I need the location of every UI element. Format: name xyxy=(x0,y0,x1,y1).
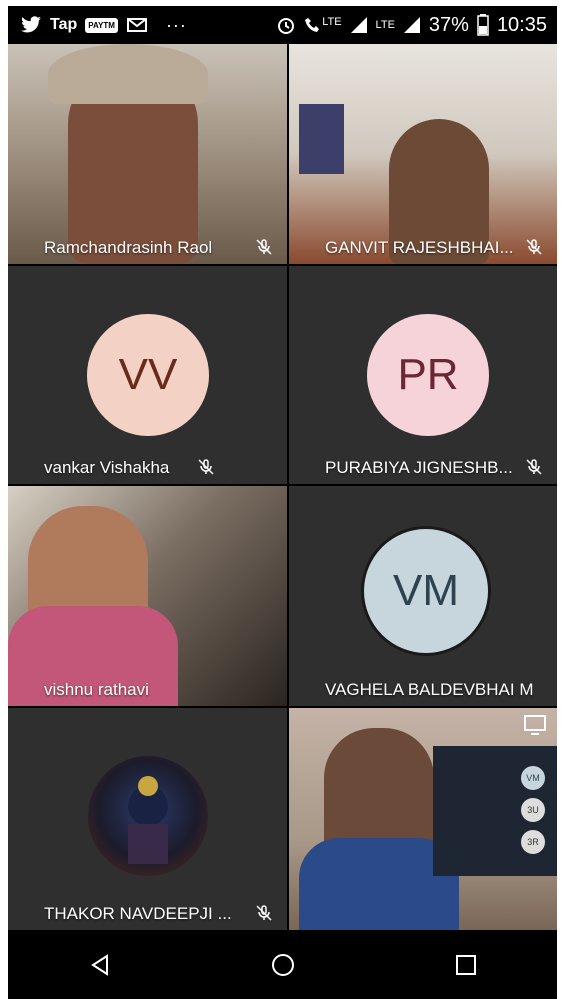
participant-tile[interactable]: VM 3U 3R xyxy=(289,708,557,930)
participant-name: GANVIT RAJESHBHAI... xyxy=(325,238,514,257)
participant-grid: Ramchandrasinh Raol GANVIT RAJESHBHAI...… xyxy=(8,44,557,930)
nav-bar xyxy=(8,930,557,999)
recents-icon xyxy=(455,954,476,975)
mini-tile: VM xyxy=(521,766,545,790)
mic-muted-icon xyxy=(256,905,272,921)
paytm-icon: PAYTM xyxy=(85,17,118,33)
screen-share-icon xyxy=(524,715,546,735)
video-feed-cap xyxy=(48,44,208,104)
participant-tile[interactable]: VM VAGHELA BALDEVBHAI M xyxy=(289,486,557,706)
participant-tile[interactable]: Ramchandrasinh Raol xyxy=(8,44,287,264)
participant-name: vankar Vishakha xyxy=(44,458,170,477)
avatar: PR xyxy=(367,314,489,436)
tap-icon: Tap xyxy=(50,16,78,33)
avatar: VM xyxy=(361,526,491,656)
mini-tile: 3R xyxy=(521,830,545,854)
home-button[interactable] xyxy=(253,940,313,990)
participant-tile[interactable]: THAKOR NAVDEEPJI ... xyxy=(8,708,287,930)
video-feed xyxy=(299,104,344,174)
mini-tile: 3U xyxy=(521,798,545,822)
avatar-initials: VV xyxy=(118,350,178,399)
twitter-icon xyxy=(21,16,41,33)
overflow-icon: ··· xyxy=(165,14,187,35)
battery-percent: 37% xyxy=(428,13,469,36)
mic-muted-icon xyxy=(198,459,214,475)
call-lte-icon: LTE xyxy=(304,16,342,34)
mic-muted-icon xyxy=(526,239,542,255)
participant-name: PURABIYA JIGNESHB... xyxy=(325,458,513,477)
participant-name: THAKOR NAVDEEPJI ... xyxy=(44,904,232,923)
avatar-photo xyxy=(88,756,208,876)
shared-screen: VM 3U 3R xyxy=(433,746,557,876)
participant-tile[interactable]: VV vankar Vishakha xyxy=(8,266,287,484)
participant-name: vishnu rathavi xyxy=(44,680,149,699)
avatar-initials: PR xyxy=(397,350,459,399)
gmail-icon xyxy=(126,18,147,32)
status-bar: Tap PAYTM ··· LTE LTE 37% 10:35 xyxy=(8,6,557,44)
mic-muted-icon xyxy=(256,239,272,255)
participant-name: Ramchandrasinh Raol xyxy=(44,238,213,257)
participant-tile[interactable]: GANVIT RAJESHBHAI... xyxy=(289,44,557,264)
participant-tile[interactable]: PR PURABIYA JIGNESHB... xyxy=(289,266,557,484)
signal-icon xyxy=(350,17,367,33)
home-icon xyxy=(271,953,294,976)
recents-button[interactable] xyxy=(436,940,496,990)
clock: 10:35 xyxy=(496,13,547,36)
participant-tile[interactable]: vishnu rathavi xyxy=(8,486,287,706)
alarm-icon xyxy=(278,18,295,34)
participant-name: VAGHELA BALDEVBHAI M xyxy=(325,680,534,699)
signal-icon-2 xyxy=(403,17,420,33)
avatar-image xyxy=(128,776,168,864)
back-icon xyxy=(90,953,108,976)
avatar-initials: VM xyxy=(393,566,459,615)
avatar: VV xyxy=(87,314,209,436)
mic-muted-icon xyxy=(526,459,542,475)
battery-icon xyxy=(477,14,489,36)
back-button[interactable] xyxy=(70,940,130,990)
lte-label: LTE xyxy=(375,19,395,31)
